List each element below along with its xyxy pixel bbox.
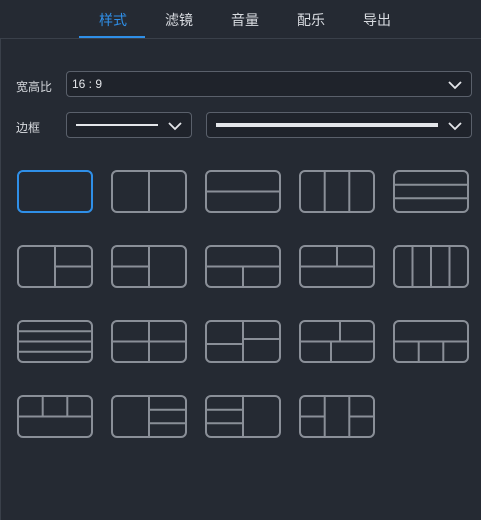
layout-icon bbox=[17, 245, 93, 288]
tab-music[interactable]: 配乐 bbox=[297, 10, 325, 30]
layout-option-single[interactable] bbox=[17, 170, 93, 213]
layout-option-mixed-6-cell[interactable] bbox=[299, 395, 375, 438]
layout-option-4-rows[interactable] bbox=[17, 320, 93, 363]
layout-icon bbox=[393, 320, 469, 363]
layout-icon bbox=[111, 320, 187, 363]
tab-bar: 样式 滤镜 音量 配乐 导出 bbox=[0, 0, 481, 39]
layout-icon bbox=[17, 395, 93, 438]
layout-option-top-3-bottom-1[interactable] bbox=[17, 395, 93, 438]
chevron-down-icon bbox=[448, 81, 462, 90]
layout-option-3-rows[interactable] bbox=[393, 170, 469, 213]
layout-icon bbox=[205, 395, 281, 438]
layout-option-top-2-bottom-1[interactable] bbox=[299, 245, 375, 288]
layout-icon bbox=[299, 320, 375, 363]
layout-icon bbox=[205, 245, 281, 288]
layout-option-2-columns[interactable] bbox=[111, 170, 187, 213]
tab-export[interactable]: 导出 bbox=[363, 10, 391, 30]
tab-volume[interactable]: 音量 bbox=[231, 10, 259, 30]
layout-option-left-2-right-2-offset[interactable] bbox=[205, 320, 281, 363]
layout-icon bbox=[111, 170, 187, 213]
layout-icon bbox=[299, 395, 375, 438]
layout-option-left-3-right-1[interactable] bbox=[205, 395, 281, 438]
layout-option-3-columns[interactable] bbox=[299, 170, 375, 213]
aspect-ratio-label: 宽高比 bbox=[16, 80, 53, 94]
chevron-down-icon bbox=[448, 122, 462, 131]
layout-icon bbox=[17, 170, 93, 213]
layout-option-top-1-bottom-2[interactable] bbox=[205, 245, 281, 288]
layout-option-2x2-grid[interactable] bbox=[111, 320, 187, 363]
layout-icon bbox=[205, 170, 281, 213]
active-tab-indicator bbox=[79, 36, 145, 38]
layout-icon bbox=[111, 245, 187, 288]
layout-icon bbox=[393, 245, 469, 288]
tab-filter[interactable]: 滤镜 bbox=[165, 10, 193, 30]
chevron-down-icon bbox=[168, 122, 182, 131]
layout-icon bbox=[299, 170, 375, 213]
layout-icon bbox=[205, 320, 281, 363]
layout-icon bbox=[393, 170, 469, 213]
line-width-sample bbox=[216, 123, 438, 127]
layout-icon bbox=[111, 395, 187, 438]
layout-option-top-1-bottom-3[interactable] bbox=[393, 320, 469, 363]
divider bbox=[0, 39, 1, 520]
layout-option-4-columns[interactable] bbox=[393, 245, 469, 288]
border-style-select[interactable] bbox=[66, 112, 192, 138]
aspect-ratio-value: 16 : 9 bbox=[72, 77, 103, 91]
layout-icon bbox=[299, 245, 375, 288]
layout-option-left-2-right-1[interactable] bbox=[111, 245, 187, 288]
layout-option-top-2-bottom-3[interactable] bbox=[299, 320, 375, 363]
border-width-select[interactable] bbox=[206, 112, 472, 138]
layout-option-left-1-right-2[interactable] bbox=[17, 245, 93, 288]
line-style-sample bbox=[76, 124, 158, 126]
tab-style[interactable]: 样式 bbox=[99, 10, 127, 30]
layout-option-2-rows[interactable] bbox=[205, 170, 281, 213]
layout-icon bbox=[17, 320, 93, 363]
aspect-ratio-select[interactable]: 16 : 9 bbox=[66, 71, 472, 97]
layout-option-left-1-right-3[interactable] bbox=[111, 395, 187, 438]
border-label: 边框 bbox=[16, 121, 41, 135]
